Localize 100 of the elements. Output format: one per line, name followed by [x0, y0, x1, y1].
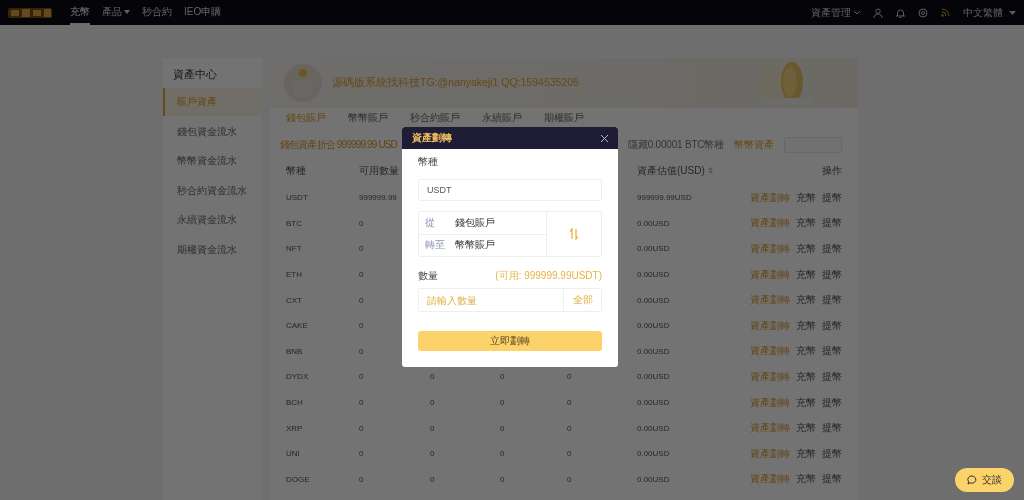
close-icon[interactable] — [601, 134, 608, 142]
caret-icon — [1009, 10, 1016, 15]
withdraw-link[interactable]: 提幣 — [822, 472, 842, 487]
logo-icon[interactable] — [8, 5, 54, 20]
deposit-link[interactable]: 充幣 — [796, 446, 816, 461]
withdraw-link[interactable]: 提幣 — [822, 190, 842, 205]
deposit-link[interactable]: 充幣 — [796, 293, 816, 308]
withdraw-link[interactable]: 提幣 — [822, 446, 842, 461]
transfer-link[interactable]: 資產劃轉 — [750, 369, 790, 384]
table-cell: 0.00USD — [637, 474, 670, 484]
coin-field[interactable]: USDT — [418, 179, 602, 201]
transfer-link[interactable]: 資產劃轉 — [750, 318, 790, 333]
deposit-link[interactable]: 充幣 — [796, 216, 816, 231]
avatar-icon — [284, 64, 322, 102]
withdraw-link[interactable]: 提幣 — [822, 267, 842, 282]
deposit-link[interactable]: 充幣 — [796, 242, 816, 256]
column-header: 操作 — [822, 163, 842, 178]
withdraw-link[interactable]: 提幣 — [822, 395, 842, 410]
sidebar-item[interactable]: 賬戶資產 — [163, 88, 262, 116]
deposit-link[interactable]: 充幣 — [796, 267, 816, 282]
deposit-link[interactable]: 充幣 — [796, 421, 816, 436]
language-select[interactable]: 中文繁體 — [963, 5, 1016, 20]
transfer-link[interactable]: 資產劃轉 — [750, 421, 790, 436]
coin-cell: ETH — [286, 270, 302, 280]
transfer-link[interactable]: 資產劃轉 — [750, 395, 790, 410]
table-cell: 0.00USD — [637, 423, 670, 433]
banner-text: 源碼版系統找科技TG:@nanyakeji1 QQ:1594535205 — [332, 76, 579, 90]
table-cell: 0.00USD — [637, 398, 670, 408]
all-button[interactable]: 全部 — [563, 289, 601, 311]
transfer-link[interactable]: 資產劃轉 — [750, 344, 790, 359]
coin-cell: USDT — [286, 193, 308, 203]
transfer-link[interactable]: 資產劃轉 — [750, 216, 790, 231]
transfer-link[interactable]: 資產劃轉 — [750, 446, 790, 461]
transfer-button[interactable]: 立即劃轉 — [418, 331, 602, 351]
table-cell: 0.00USD — [637, 270, 670, 280]
deposit-link[interactable]: 充幣 — [796, 472, 816, 487]
deposit-link[interactable]: 充幣 — [796, 344, 816, 359]
deposit-link[interactable]: 充幣 — [796, 369, 816, 384]
nav-link[interactable]: 產品 — [102, 0, 130, 25]
rss-icon[interactable] — [941, 8, 950, 17]
settings-icon[interactable] — [918, 7, 928, 18]
chat-icon — [967, 475, 977, 485]
deposit-link[interactable]: 充幣 — [796, 318, 816, 333]
sort-icon[interactable] — [707, 167, 713, 174]
table-cell: 0.00USD — [637, 295, 670, 305]
from-label: 從 — [425, 215, 436, 230]
table-cell: 999999.99 — [359, 193, 397, 203]
withdraw-link[interactable]: 提幣 — [822, 216, 842, 231]
coin-cell: XRP — [286, 423, 303, 433]
swap-icon[interactable] — [570, 228, 578, 240]
transfer-link[interactable]: 資產劃轉 — [750, 472, 790, 487]
withdraw-link[interactable]: 提幣 — [822, 242, 842, 256]
transfer-link[interactable]: 資產劃轉 — [750, 293, 790, 308]
available-amount: (可用: 999999.99USDT) — [495, 269, 602, 283]
bell-icon[interactable] — [896, 7, 905, 18]
coin-cell: UNI — [286, 449, 300, 459]
coin-cell: BNB — [286, 346, 303, 356]
table-cell: 0.00USD — [637, 218, 670, 228]
nav-link[interactable]: 秒合約 — [142, 0, 172, 25]
total-assets: 錢包資產折合 999999.99 USD — [280, 138, 397, 152]
transfer-link[interactable]: 資產劃轉 — [750, 267, 790, 282]
spot-assets-link[interactable]: 幣幣資產 — [734, 138, 774, 152]
modal-title: 資產劃轉 — [412, 131, 452, 145]
nav-link[interactable]: 充幣 — [70, 0, 90, 25]
to-label: 轉至 — [425, 238, 446, 253]
from-account[interactable]: 錢包賬戶 — [455, 215, 495, 230]
table-cell: 999999.99USD — [637, 193, 692, 203]
asset-menu[interactable]: 資產管理 — [811, 5, 860, 20]
chevron-icon — [854, 10, 860, 15]
coin-cell: DYDX — [286, 372, 309, 382]
withdraw-link[interactable]: 提幣 — [822, 421, 842, 436]
coin-cell: CAKE — [286, 321, 308, 331]
coin-cell: BCH — [286, 398, 303, 408]
to-account[interactable]: 幣幣賬戶 — [455, 238, 495, 253]
table-cell: 0.00USD — [637, 321, 670, 331]
nav-link[interactable]: IEO申購 — [184, 0, 222, 25]
amount-field[interactable]: 請輸入數量 全部 — [418, 288, 602, 312]
withdraw-link[interactable]: 提幣 — [822, 318, 842, 333]
column-header: 幣種 — [286, 163, 306, 178]
withdraw-link[interactable]: 提幣 — [822, 344, 842, 359]
coin-cell: NFT — [286, 244, 302, 254]
account-tab[interactable]: 錢包賬戶 — [286, 111, 326, 127]
withdraw-link[interactable]: 提幣 — [822, 293, 842, 308]
chat-button[interactable]: 交談 — [955, 468, 1014, 492]
amount-label: 數量 — [418, 269, 438, 283]
table-cell: 0.00USD — [637, 346, 670, 356]
coin-cell: DOGE — [286, 474, 310, 484]
user-icon[interactable] — [873, 7, 883, 18]
coin-label: 幣種 — [418, 155, 438, 169]
transfer-link[interactable]: 資產劃轉 — [750, 242, 790, 256]
withdraw-link[interactable]: 提幣 — [822, 369, 842, 384]
coin-cell: CXT — [286, 295, 302, 305]
sidebar-title: 資產中心 — [173, 67, 218, 82]
deposit-link[interactable]: 充幣 — [796, 395, 816, 410]
coin-cell: BTC — [286, 218, 302, 228]
table-cell: 0.00USD — [637, 372, 670, 382]
deposit-link[interactable]: 充幣 — [796, 190, 816, 205]
transfer-link[interactable]: 資產劃轉 — [750, 190, 790, 205]
table-cell: 0.00USD — [637, 449, 670, 459]
column-header: 資產估值(USD) — [637, 163, 713, 178]
